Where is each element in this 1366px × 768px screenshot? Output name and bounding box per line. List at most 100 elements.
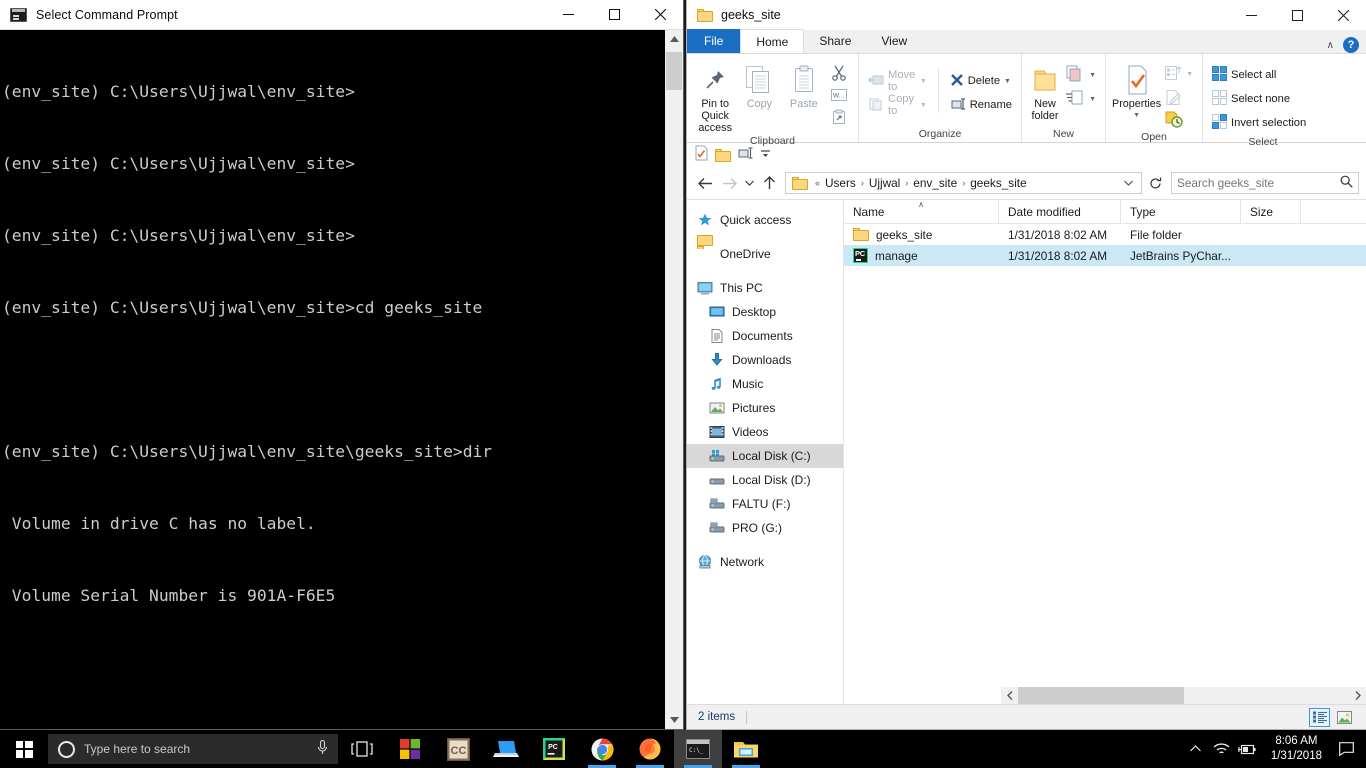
move-to-button[interactable]: Move to ▼: [865, 69, 930, 93]
wifi-icon[interactable]: [1209, 730, 1235, 768]
battery-icon[interactable]: [1235, 730, 1261, 768]
back-button[interactable]: [694, 172, 716, 194]
firefox-icon[interactable]: [626, 730, 674, 768]
navigation-pane[interactable]: Quick access OneDrive This PC Desktop Do…: [687, 200, 844, 704]
breadcrumb-separator[interactable]: ›: [902, 178, 911, 188]
sidebar-item-desktop[interactable]: Desktop: [687, 300, 843, 324]
select-all-button[interactable]: Select all: [1209, 63, 1279, 87]
sidebar-item-pictures[interactable]: Pictures: [687, 396, 843, 420]
details-view-button[interactable]: [1309, 707, 1330, 727]
tab-view[interactable]: View: [866, 29, 922, 53]
cc-app-icon[interactable]: CC: [434, 730, 482, 768]
paste-shortcut-button[interactable]: [826, 106, 852, 128]
laptop-app-icon[interactable]: [482, 730, 530, 768]
scroll-up-arrow[interactable]: [665, 30, 683, 48]
copy-button[interactable]: Copy: [737, 59, 781, 110]
search-icon[interactable]: [1340, 175, 1353, 191]
cmd-minimize-button[interactable]: [545, 0, 591, 30]
sidebar-item-quick-access[interactable]: Quick access: [687, 208, 843, 232]
scroll-left-arrow[interactable]: [1001, 687, 1018, 704]
new-item-button[interactable]: ▼: [1062, 62, 1099, 86]
file-explorer-icon[interactable]: [722, 730, 770, 768]
breadcrumb-separator[interactable]: ›: [858, 178, 867, 188]
file-list[interactable]: geeks_site 1/31/2018 8:02 AM File folder…: [844, 224, 1366, 687]
command-prompt-window[interactable]: Select Command Prompt (env_site) C:\User…: [0, 0, 684, 730]
explorer-minimize-button[interactable]: [1228, 0, 1274, 30]
paste-button[interactable]: Paste: [782, 59, 826, 110]
sidebar-item-pro-g[interactable]: PRO (G:): [687, 516, 843, 540]
chevron-down-icon[interactable]: ▼: [1133, 110, 1140, 122]
tab-home[interactable]: Home: [740, 29, 805, 53]
microsoft-store-icon[interactable]: [386, 730, 434, 768]
address-bar[interactable]: « Users › Ujjwal › env_site › geeks_site: [785, 172, 1142, 194]
search-input[interactable]: Search geeks_site: [1177, 176, 1340, 190]
sidebar-item-downloads[interactable]: Downloads: [687, 348, 843, 372]
table-row[interactable]: geeks_site 1/31/2018 8:02 AM File folder: [844, 224, 1366, 245]
easy-access-button[interactable]: ▼: [1062, 86, 1099, 110]
sidebar-item-videos[interactable]: Videos: [687, 420, 843, 444]
invert-selection-button[interactable]: Invert selection: [1209, 111, 1309, 135]
edit-button[interactable]: [1161, 86, 1187, 108]
scroll-down-arrow[interactable]: [665, 711, 683, 729]
command-prompt-titlebar[interactable]: Select Command Prompt: [0, 0, 683, 30]
chevron-down-icon[interactable]: ▼: [1004, 78, 1011, 85]
pin-to-quick-access-button[interactable]: Pin to Quick access: [693, 59, 737, 134]
help-icon[interactable]: ?: [1343, 37, 1359, 53]
collapse-ribbon-icon[interactable]: ∧: [1327, 40, 1334, 51]
copy-to-button[interactable]: Copy to ▼: [865, 93, 930, 117]
cmd-maximize-button[interactable]: [591, 0, 637, 30]
tab-share[interactable]: Share: [804, 29, 866, 53]
address-dropdown-icon[interactable]: [1119, 179, 1138, 188]
column-header-date-modified[interactable]: Date modified: [999, 200, 1121, 224]
breadcrumb-geeks-site[interactable]: geeks_site: [968, 176, 1028, 190]
table-row[interactable]: PC manage 1/31/2018 8:02 AM JetBrains Py…: [844, 245, 1366, 266]
select-none-button[interactable]: Select none: [1209, 87, 1293, 111]
large-icons-view-button[interactable]: [1334, 708, 1355, 727]
chrome-icon[interactable]: [578, 730, 626, 768]
scroll-right-arrow[interactable]: [1349, 687, 1366, 704]
sidebar-item-local-disk-c[interactable]: Local Disk (C:): [687, 444, 843, 468]
console-scrollbar[interactable]: [664, 30, 683, 729]
horizontal-scrollbar[interactable]: [1001, 687, 1366, 704]
column-header-size[interactable]: Size: [1241, 200, 1301, 224]
sidebar-item-local-disk-d[interactable]: Local Disk (D:): [687, 468, 843, 492]
sidebar-item-network[interactable]: Network: [687, 550, 843, 574]
sidebar-item-faltu-f[interactable]: FALTU (F:): [687, 492, 843, 516]
rename-button[interactable]: Rename: [947, 93, 1015, 117]
refresh-button[interactable]: [1144, 172, 1166, 194]
taskbar-search-input[interactable]: Type here to search: [84, 742, 308, 756]
breadcrumb-overflow[interactable]: «: [812, 178, 823, 188]
search-box[interactable]: Search geeks_site: [1171, 172, 1359, 194]
scrollbar-thumb[interactable]: [1018, 687, 1184, 704]
pycharm-taskbar-icon[interactable]: PC: [530, 730, 578, 768]
column-header-name[interactable]: Name ∧: [844, 200, 999, 224]
sidebar-item-music[interactable]: Music: [687, 372, 843, 396]
command-prompt-icon[interactable]: C:\_: [674, 730, 722, 768]
file-explorer-window[interactable]: geeks_site File Home Share View ∧ ? Pin …: [686, 0, 1366, 730]
microphone-icon[interactable]: [317, 739, 328, 758]
copy-path-button[interactable]: W...: [826, 84, 852, 106]
sidebar-item-documents[interactable]: Documents: [687, 324, 843, 348]
show-hidden-icons-button[interactable]: [1183, 730, 1209, 768]
chevron-down-icon[interactable]: ▼: [1089, 96, 1096, 103]
explorer-close-button[interactable]: [1320, 0, 1366, 30]
chevron-down-icon[interactable]: ▼: [920, 102, 927, 109]
up-button[interactable]: [758, 172, 780, 194]
clock[interactable]: 8:06 AM 1/31/2018: [1261, 730, 1332, 768]
console-output[interactable]: (env_site) C:\Users\Ujjwal\env_site> (en…: [0, 30, 664, 729]
cmd-close-button[interactable]: [637, 0, 683, 30]
chevron-down-icon[interactable]: ▼: [920, 78, 927, 85]
taskbar-search-box[interactable]: Type here to search: [48, 734, 338, 764]
breadcrumb-users[interactable]: Users: [823, 176, 858, 190]
recent-locations-button[interactable]: [742, 172, 756, 194]
forward-button[interactable]: [718, 172, 740, 194]
action-center-icon[interactable]: [1332, 730, 1360, 768]
sidebar-item-this-pc[interactable]: This PC: [687, 276, 843, 300]
new-folder-qat-icon[interactable]: [715, 148, 731, 162]
properties-button[interactable]: Properties ▼: [1112, 59, 1161, 122]
explorer-titlebar[interactable]: geeks_site: [687, 0, 1366, 30]
open-dropdown-button[interactable]: ▼: [1161, 62, 1196, 86]
breadcrumb-separator[interactable]: ›: [959, 178, 968, 188]
cut-button[interactable]: [826, 62, 852, 84]
breadcrumb-ujjwal[interactable]: Ujjwal: [867, 176, 902, 190]
